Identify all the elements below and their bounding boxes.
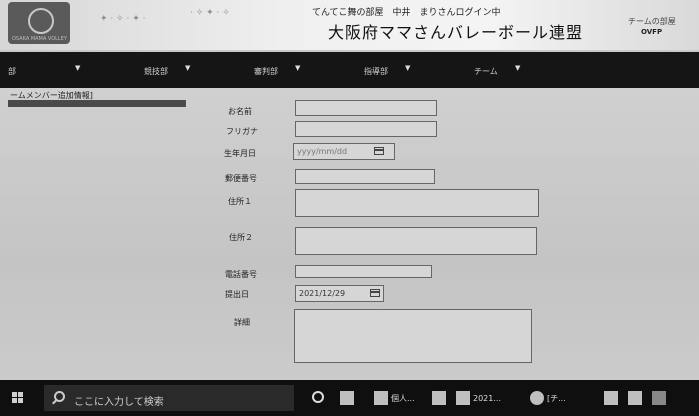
search-icon <box>54 391 65 402</box>
taskbar-app-personal[interactable]: 個人... <box>374 388 415 408</box>
birthdate-label: 生年月日 <box>224 149 256 158</box>
taskbar-app-team[interactable]: [チ... <box>530 388 566 408</box>
login-status-text: てんてこ舞の部屋 中井 まりさんログイン中 <box>312 8 501 18</box>
nav-item-competition[interactable]: 競技部 ▼ <box>110 52 220 88</box>
federation-logo[interactable]: OSAKA MAMA VOLLEY <box>8 2 70 44</box>
cortana-icon[interactable] <box>312 391 324 403</box>
windows-start-icon[interactable] <box>12 392 24 404</box>
main-nav: 部 ▼ 競技部 ▼ 審判部 ▼ 指導部 ▼ チーム ▼ <box>0 52 699 88</box>
volleyball-emblem-icon <box>28 8 54 34</box>
details-input[interactable] <box>294 309 532 363</box>
name-label: お名前 <box>228 107 252 116</box>
site-title: 大阪府ママさんバレーボール連盟 <box>328 23 584 42</box>
nav-item-department[interactable]: 部 ▼ <box>0 52 110 88</box>
address2-input[interactable] <box>295 227 537 255</box>
address1-label: 住所１ <box>228 197 252 206</box>
taskbar-app-label: [チ... <box>547 393 566 403</box>
windows-taskbar: ここに入力して検索 個人... 2021... [チ... <box>0 380 699 416</box>
nav-item-label: 部 <box>8 67 16 76</box>
word-icon[interactable] <box>432 388 449 408</box>
birthdate-placeholder: yyyy/mm/dd <box>297 147 348 156</box>
postal-code-input[interactable] <box>295 169 435 184</box>
phone-label: 電話番号 <box>225 270 257 279</box>
decorative-dots-icon: · ✧ ✦ · ✧ <box>190 8 230 18</box>
address2-label: 住所２ <box>229 233 253 242</box>
caret-down-icon: ▼ <box>295 64 301 72</box>
form-area: ームメンバー追加情報] お名前 フリガナ 生年月日 yyyy/mm/dd 郵便番… <box>0 88 699 380</box>
system-tray-icon[interactable] <box>652 388 669 408</box>
furigana-input[interactable] <box>295 121 437 137</box>
calendar-icon[interactable] <box>374 147 384 155</box>
nav-item-referee[interactable]: 審判部 ▼ <box>220 52 330 88</box>
nav-item-label: 競技部 <box>144 67 168 76</box>
calendar-icon[interactable] <box>370 289 380 297</box>
taskbar-app-2021[interactable]: 2021... <box>456 388 501 408</box>
taskbar-search-box[interactable]: ここに入力して検索 <box>44 385 294 411</box>
task-view-icon[interactable] <box>340 388 357 408</box>
panel-header-bar <box>8 100 186 107</box>
logo-caption: OSAKA MAMA VOLLEY <box>12 36 67 42</box>
app-icon <box>374 391 388 405</box>
taskbar-app-label: 2021... <box>473 393 501 403</box>
team-page-link[interactable]: チームの部屋 <box>628 16 676 27</box>
decorative-dots-icon: ✦ · ✧ · ✦ · <box>100 14 146 24</box>
nav-item-coaching[interactable]: 指導部 ▼ <box>330 52 440 88</box>
acrobat-icon[interactable] <box>604 388 621 408</box>
name-input[interactable] <box>295 100 437 116</box>
app-icon <box>456 391 470 405</box>
nav-item-team[interactable]: チーム ▼ <box>440 52 550 88</box>
taskbar-app-label: 個人... <box>391 393 415 403</box>
nav-item-label: 審判部 <box>254 67 278 76</box>
site-banner: OSAKA MAMA VOLLEY ✦ · ✧ · ✦ · · ✧ ✦ · ✧ … <box>0 0 699 50</box>
browser-icon <box>530 391 544 405</box>
caret-down-icon: ▼ <box>75 64 81 72</box>
nav-item-label: チーム <box>474 67 498 76</box>
details-label: 詳細 <box>234 318 250 327</box>
address1-input[interactable] <box>295 189 539 217</box>
caret-down-icon: ▼ <box>185 64 191 72</box>
submit-date-label: 提出日 <box>225 290 249 299</box>
submit-date-value: 2021/12/29 <box>299 289 346 298</box>
caret-down-icon: ▼ <box>515 64 521 72</box>
phone-input[interactable] <box>295 265 432 278</box>
taskbar-search-placeholder: ここに入力して検索 <box>74 397 164 408</box>
postal-code-label: 郵便番号 <box>225 174 257 183</box>
nav-item-label: 指導部 <box>364 67 388 76</box>
ovfp-mark: OVFP <box>641 28 663 36</box>
caret-down-icon: ▼ <box>405 64 411 72</box>
furigana-label: フリガナ <box>226 127 258 136</box>
media-icon[interactable] <box>628 388 645 408</box>
